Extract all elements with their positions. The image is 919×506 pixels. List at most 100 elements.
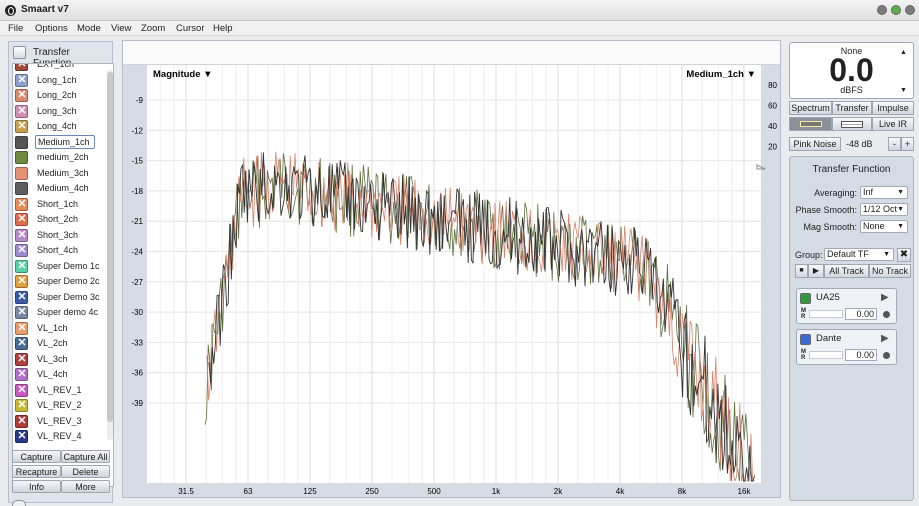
close-button[interactable] [905,5,915,15]
trace-color-swatch[interactable]: ✕ [15,368,28,381]
menu-cursor[interactable]: Cursor [176,23,205,34]
meter-down-arrow-icon[interactable]: ▼ [900,87,907,94]
list-item[interactable]: ✕ VL_REV_4 [15,430,103,444]
list-item[interactable]: ✕ Long_2ch [15,89,103,103]
list-item[interactable]: Medium_4ch [15,182,103,196]
trace-color-swatch[interactable]: ✕ [15,213,28,226]
channel-color-swatch[interactable] [800,334,811,345]
list-item[interactable]: ✕ VL_4ch [15,368,103,382]
list-item[interactable]: Medium_1ch [15,134,103,150]
trace-color-swatch[interactable]: ✕ [15,352,28,366]
trace-color-swatch[interactable]: ✕ [15,89,28,102]
list-item[interactable]: Medium_3ch [15,166,103,181]
menu-zoom[interactable]: Zoom [141,23,165,34]
channel-dante[interactable]: Dante ▶ MR 0.00 [796,329,897,365]
delete-button[interactable]: Delete [61,465,110,478]
play-button[interactable]: ▶ [808,264,824,278]
single-view-button[interactable] [789,117,832,131]
scrollbar-thumb[interactable] [107,72,113,422]
list-item[interactable]: ✕ Long_4ch [15,120,103,134]
menu-file[interactable]: File [8,23,23,34]
trace-color-swatch[interactable]: ✕ [15,259,28,273]
noise-increase-button[interactable]: + [901,137,914,151]
list-item[interactable]: ✕ VL_REV_3 [15,414,103,429]
magnitude-selector[interactable]: Magnitude ▼ [153,69,213,80]
menu-mode[interactable]: Mode [77,23,101,34]
data-list[interactable]: ✕ EXT_1ch ✕ Long_1ch ✕ Long_2ch ✕ Long_3ch ✕ Long… [12,63,114,487]
trace-color-swatch[interactable] [15,151,28,164]
list-scrollbar[interactable] [107,70,113,440]
channel-gain[interactable]: 0.00 [845,349,877,361]
split-view-button[interactable] [832,117,872,131]
list-item[interactable]: ✕ VL_1ch [15,321,103,336]
trace-color-swatch[interactable]: ✕ [15,414,28,428]
list-item[interactable]: ✕ VL_2ch [15,337,103,351]
trace-color-swatch[interactable]: ✕ [15,290,28,304]
phase-smooth-select[interactable]: 1/12 Oct ▼ [860,203,908,216]
list-item[interactable]: ✕ Super Demo 3c [15,290,103,305]
list-item[interactable]: medium_2ch [15,151,103,165]
play-icon[interactable]: ▶ [881,292,889,303]
group-select[interactable]: Default TF ▼ [824,248,894,261]
channel-ua25[interactable]: UA25 ▶ MR 0.00 [796,288,897,324]
live-ir-button[interactable]: Live IR [872,117,914,131]
graph-area[interactable]: -9 -12 -15 -18 -21 -24 -27 -30 -33 -36 -39 80 60 40 2… [122,40,781,498]
minimize-button[interactable] [877,5,887,15]
record-dot-icon[interactable] [883,311,890,318]
list-item[interactable]: ✕ Super demo 4c [15,306,103,320]
capture-button[interactable]: Capture [12,450,61,463]
list-item[interactable]: ✕ VL_REV_2 [15,399,103,413]
list-item[interactable]: ✕ Long_3ch [15,104,103,119]
magnitude-plot[interactable]: -9 -12 -15 -18 -21 -24 -27 -30 -33 -36 -39 80 60 40 2… [123,65,780,497]
trace-color-swatch[interactable]: ✕ [15,73,28,87]
mag-smooth-select[interactable]: None ▼ [860,220,908,233]
maximize-button[interactable] [891,5,901,15]
stop-button[interactable]: ■ [795,264,808,278]
capture-all-button[interactable]: Capture All [61,450,110,463]
list-item[interactable]: ✕ Long_1ch [15,73,103,88]
tab-spectrum[interactable]: Spectrum [789,101,832,115]
recapture-button[interactable]: Recapture [12,465,61,478]
meter-up-arrow-icon[interactable]: ▲ [900,49,907,56]
menu-help[interactable]: Help [213,23,233,34]
trace-color-swatch[interactable] [15,182,28,195]
level-meter[interactable]: None 0.0 dBFS ▲ ▼ [789,42,914,99]
more-button[interactable]: More [61,480,110,493]
record-dot-icon[interactable] [883,352,890,359]
trace-color-swatch[interactable]: ✕ [15,120,28,133]
trace-color-swatch[interactable]: ✕ [15,64,28,71]
trace-color-swatch[interactable]: ✕ [15,228,28,242]
panel-toggle-button[interactable] [12,500,26,506]
all-track-button[interactable]: All Track [824,264,869,278]
no-track-button[interactable]: No Track [869,264,911,278]
list-item[interactable]: ✕ Short_4ch [15,244,103,258]
channel-color-swatch[interactable] [800,293,811,304]
list-item[interactable]: ✕ VL_REV_1 [15,383,103,398]
trace-color-swatch[interactable]: ✕ [15,306,28,319]
channel-gain[interactable]: 0.00 [845,308,877,320]
info-button[interactable]: Info [12,480,61,493]
list-item[interactable]: ✕ Short_2ch [15,213,103,227]
list-item[interactable]: ✕ VL_3ch [15,352,103,367]
menu-view[interactable]: View [111,23,131,34]
group-settings-button[interactable]: ✖ [897,248,911,262]
trace-color-swatch[interactable]: ✕ [15,197,28,211]
play-icon[interactable]: ▶ [881,333,889,344]
trace-color-swatch[interactable]: ✕ [15,244,28,257]
list-item[interactable]: ✕ Super Demo 2c [15,275,103,289]
trace-color-swatch[interactable]: ✕ [15,104,28,118]
trace-color-swatch[interactable]: ✕ [15,430,28,443]
averaging-select[interactable]: Inf ▼ [860,186,908,199]
trace-color-swatch[interactable]: ✕ [15,399,28,412]
trace-color-swatch[interactable]: ✕ [15,275,28,288]
trace-color-swatch[interactable] [15,135,28,149]
tab-impulse[interactable]: Impulse [872,101,914,115]
trace-color-swatch[interactable] [15,166,28,180]
pink-noise-button[interactable]: Pink Noise [789,137,841,151]
trace-color-swatch[interactable]: ✕ [15,337,28,350]
tab-transfer[interactable]: Transfer [832,101,872,115]
list-item[interactable]: ✕ EXT_1ch [15,64,103,72]
trace-selector[interactable]: Medium_1ch ▼ [686,69,756,80]
list-item[interactable]: ✕ Short_3ch [15,228,103,243]
list-item[interactable]: ✕ Super Demo 1c [15,259,103,274]
